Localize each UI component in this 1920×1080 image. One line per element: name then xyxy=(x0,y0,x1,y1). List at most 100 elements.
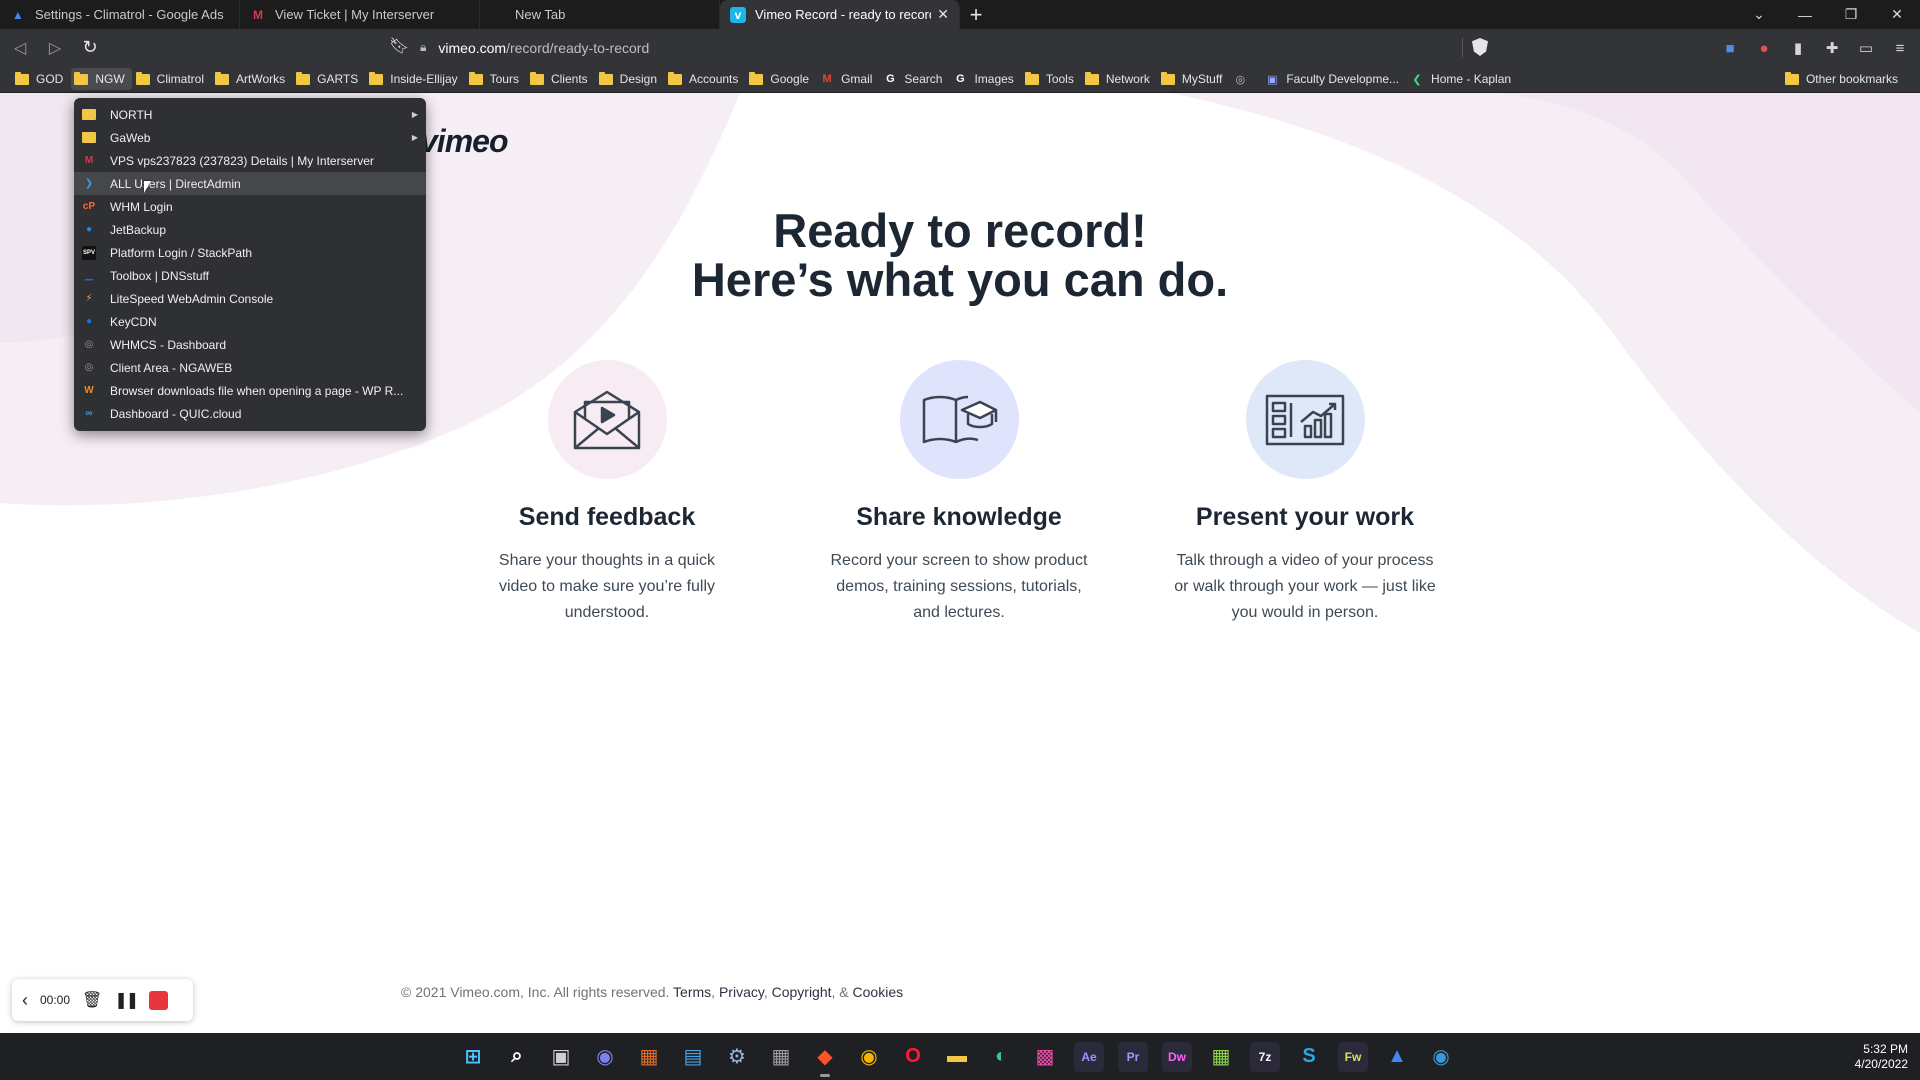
bookmark-menu-item[interactable]: GaWeb ▶ xyxy=(74,126,426,149)
bookmark-menu-item[interactable]: ❯ ALL Users | DirectAdmin xyxy=(74,172,426,195)
7zip-icon[interactable]: 7z xyxy=(1250,1041,1280,1072)
photos-icon[interactable]: ▩ xyxy=(1030,1042,1060,1072)
address-bar[interactable]: 🔒︎ vimeo.com/record/ready-to-record xyxy=(420,33,1462,62)
restore-icon[interactable]: ❐ xyxy=(1828,6,1874,23)
new-tab-button[interactable]: + xyxy=(960,0,992,29)
dreamweaver-icon[interactable]: Dw xyxy=(1162,1041,1192,1072)
tab-title: View Ticket | My Interserver xyxy=(275,7,435,22)
tab-search-icon[interactable]: ⌄ xyxy=(1736,6,1782,23)
bookmark-images[interactable]: G Images xyxy=(950,68,1020,90)
record-extension-icon[interactable]: ● xyxy=(1754,38,1774,58)
trash-icon[interactable]: 🗑︎ xyxy=(82,990,102,1010)
bookmark-inside-ellijay[interactable]: Inside-Ellijay xyxy=(366,68,464,90)
menu-icon[interactable]: ≡ xyxy=(1890,38,1910,58)
forward-icon[interactable]: ▷ xyxy=(40,33,70,63)
privacy-link[interactable]: Privacy xyxy=(719,984,764,1000)
search-icon[interactable]: ⌕ xyxy=(502,1042,532,1072)
bookmark-artworks[interactable]: ArtWorks xyxy=(212,68,292,90)
wallet-icon[interactable]: ▭ xyxy=(1856,38,1876,58)
bookmark-gmail[interactable]: M Gmail xyxy=(817,68,879,90)
pause-icon[interactable]: ❚❚ xyxy=(114,990,139,1010)
bookmark-menu-item[interactable]: ▁ Toolbox | DNSstuff xyxy=(74,264,426,287)
folder-icon xyxy=(369,71,384,85)
bookmark-network[interactable]: Network xyxy=(1082,68,1157,90)
chat-app-icon[interactable]: ◉ xyxy=(1426,1042,1456,1072)
chevron-left-icon[interactable]: ‹ xyxy=(22,990,28,1011)
teams-chat-icon[interactable]: ◉ xyxy=(590,1042,620,1072)
bookmark-design[interactable]: Design xyxy=(596,68,664,90)
bookmark-garts[interactable]: GARTS xyxy=(293,68,365,90)
vimeo-logo[interactable]: vimeo xyxy=(420,123,508,160)
file-explorer-icon[interactable]: ▬ xyxy=(942,1042,972,1072)
tab-strip: ▲ Settings - Climatrol - Google Ads M Vi… xyxy=(0,0,1920,29)
windows-taskbar: ⊞ ⌕ ▣ ◉ ▦ ▤ ⚙ ▦ ◆ ◉ O ▬ ◐ ▩ Ae Pr Dw ▦ 7z S Fw ▲ ◉ 5:32 PM 4/2… xyxy=(0,1033,1920,1080)
close-icon[interactable]: ✕ xyxy=(937,6,949,23)
s-app-icon[interactable]: S xyxy=(1294,1042,1324,1072)
extension-icon-1[interactable]: ■ xyxy=(1720,38,1740,58)
tab-vimeo-record[interactable]: v Vimeo Record - ready to record ✕ xyxy=(720,0,960,29)
bookmark-menu-item[interactable]: ◎ WHMCS - Dashboard xyxy=(74,333,426,356)
tab-interserver-ticket[interactable]: M View Ticket | My Interserver xyxy=(240,0,480,29)
bookmark-menu-item[interactable]: ⚡ LiteSpeed WebAdmin Console xyxy=(74,287,426,310)
bookmark-clients[interactable]: Clients xyxy=(527,68,595,90)
terms-link[interactable]: Terms xyxy=(673,984,711,1000)
bookmark-home-kaplan[interactable]: ❮ Home - Kaplan xyxy=(1407,68,1518,90)
puzzle-icon[interactable]: ✚ xyxy=(1822,38,1842,58)
calculator-icon[interactable]: ▦ xyxy=(766,1042,796,1072)
bookmark-menu-item[interactable]: SPV Platform Login / StackPath xyxy=(74,241,426,264)
bookmark-menu-label: Platform Login / StackPath xyxy=(110,245,253,260)
edge-icon[interactable]: ◐ xyxy=(986,1042,1016,1072)
tab-new-tab[interactable]: New Tab xyxy=(480,0,720,29)
after-effects-icon[interactable]: Ae xyxy=(1074,1041,1104,1072)
cookies-link[interactable]: Cookies xyxy=(853,984,904,1000)
bookmark-label: GOD xyxy=(36,72,64,86)
url-host: vimeo.com xyxy=(438,39,507,56)
bookmark-label: ArtWorks xyxy=(236,72,286,86)
bookmark-menu-item[interactable]: M VPS vps237823 (237823) Details | My Int… xyxy=(74,149,426,172)
bookmark-menu-item[interactable]: cP WHM Login xyxy=(74,195,426,218)
notepad-icon[interactable]: ▤ xyxy=(678,1042,708,1072)
bookmark-icon-only[interactable]: ◎ xyxy=(1230,68,1261,90)
bookmark-tours[interactable]: Tours xyxy=(466,68,526,90)
bookmark-search[interactable]: G Search xyxy=(880,68,949,90)
bookmark-tools[interactable]: Tools xyxy=(1022,68,1081,90)
bookmark-god[interactable]: GOD xyxy=(12,68,70,90)
task-view-icon[interactable]: ▣ xyxy=(546,1042,576,1072)
bookmark-ngw[interactable]: NGW xyxy=(71,68,132,90)
app-icon-1[interactable]: ▦ xyxy=(634,1042,664,1072)
bookmark-page-icon[interactable]: 🔖︎ xyxy=(389,36,409,56)
system-clock[interactable]: 5:32 PM 4/20/2022 xyxy=(1855,1042,1908,1072)
brave-icon[interactable]: ◆ xyxy=(810,1042,840,1077)
extension-icon-3[interactable]: ▮ xyxy=(1788,38,1808,58)
bookmark-faculty-developme[interactable]: ▣ Faculty Developme... xyxy=(1262,68,1406,90)
bookmark-mystuff[interactable]: MyStuff xyxy=(1158,68,1229,90)
bookmark-menu-item[interactable]: NORTH ▶ xyxy=(74,103,426,126)
bookmark-climatrol[interactable]: Climatrol xyxy=(133,68,211,90)
bookmark-menu-item[interactable]: ∞ Dashboard - QUIC.cloud xyxy=(74,402,426,425)
copyright-link[interactable]: Copyright xyxy=(772,984,832,1000)
brave-shield-icon[interactable] xyxy=(1472,38,1488,56)
folder-icon xyxy=(15,71,29,85)
minimize-icon[interactable]: — xyxy=(1782,7,1828,23)
settings-icon[interactable]: ⚙ xyxy=(722,1042,752,1072)
back-icon[interactable]: ◁ xyxy=(5,33,35,63)
other-bookmarks-folder[interactable]: Other bookmarks xyxy=(1782,68,1905,90)
bookmark-menu-item[interactable]: ● KeyCDN xyxy=(74,310,426,333)
bookmark-google[interactable]: Google xyxy=(746,68,816,90)
bookmark-menu-item[interactable]: ● JetBackup xyxy=(74,218,426,241)
bookmark-menu-item[interactable]: ◎ Client Area - NGAWEB xyxy=(74,356,426,379)
chrome-icon[interactable]: ◉ xyxy=(854,1042,884,1072)
tab-google-ads[interactable]: ▲ Settings - Climatrol - Google Ads xyxy=(0,0,240,29)
opera-icon[interactable]: O xyxy=(898,1042,928,1072)
google-ads-icon[interactable]: ▲ xyxy=(1382,1042,1412,1072)
reload-icon[interactable]: ↻ xyxy=(75,33,105,63)
windows-start-icon[interactable]: ⊞ xyxy=(458,1042,488,1072)
stop-recording-button[interactable] xyxy=(149,990,169,1010)
premiere-icon[interactable]: Pr xyxy=(1118,1041,1148,1072)
bookmark-accounts[interactable]: Accounts xyxy=(665,68,745,90)
network-app-icon[interactable]: ▦ xyxy=(1206,1042,1236,1072)
close-window-icon[interactable]: ✕ xyxy=(1874,6,1920,23)
fireworks-icon[interactable]: Fw xyxy=(1338,1041,1368,1072)
bookmark-menu-item[interactable]: W Browser downloads file when opening a p… xyxy=(74,379,426,402)
lock-icon[interactable]: 🔒︎ xyxy=(420,40,426,55)
